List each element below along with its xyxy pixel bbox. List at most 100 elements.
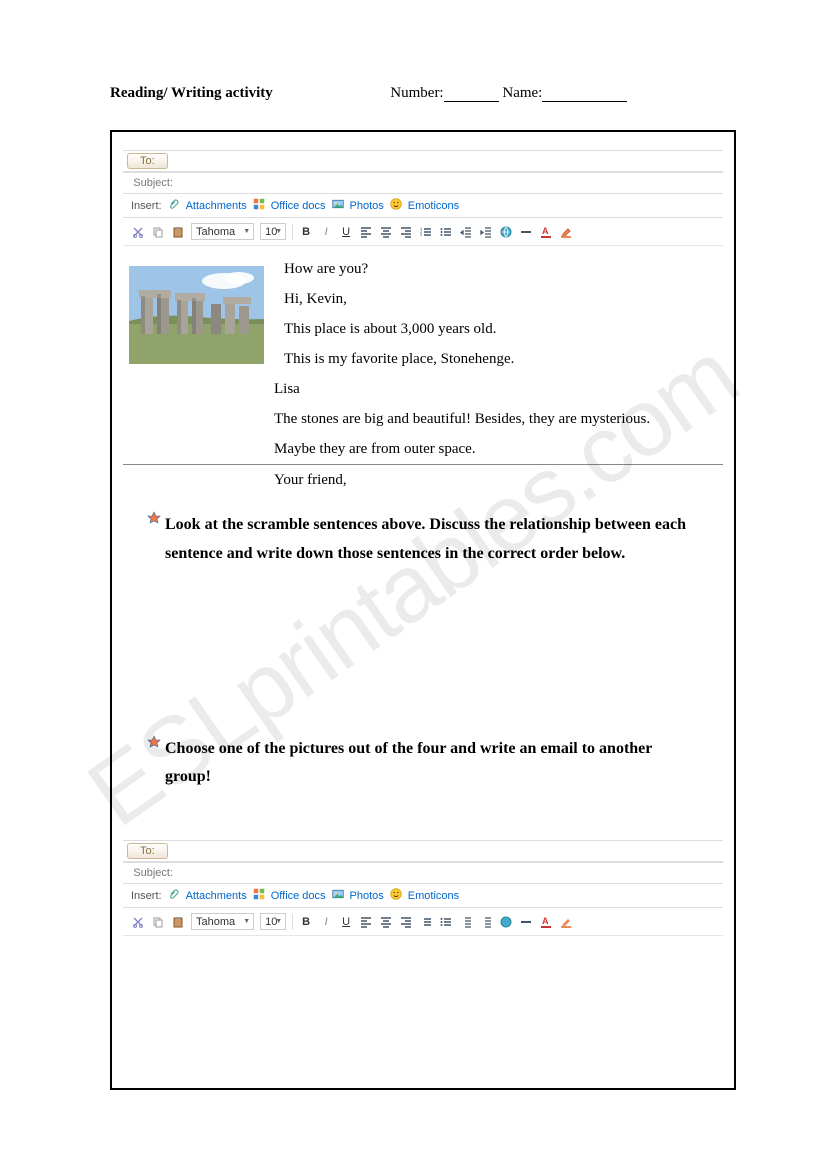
subject-label-2: Subject: bbox=[123, 867, 177, 879]
to-row-2: To: bbox=[123, 840, 723, 862]
attachments-link-2[interactable]: Attachments bbox=[186, 890, 247, 902]
task1-instruction: Look at the scramble sentences above. Di… bbox=[147, 511, 729, 569]
insert-row: Insert: Attachments Office docs Photos E… bbox=[123, 194, 723, 218]
to-row: To: bbox=[123, 150, 723, 172]
cut-icon[interactable] bbox=[131, 915, 145, 929]
hr-icon[interactable] bbox=[519, 225, 533, 239]
bullet-icon bbox=[147, 735, 165, 793]
scramble-line-8: Your friend, bbox=[274, 465, 709, 495]
bullet-list-icon[interactable] bbox=[439, 915, 453, 929]
italic-button[interactable]: I bbox=[319, 915, 333, 929]
insert-row-2: Insert: Attachments Office docs Photos E… bbox=[123, 884, 723, 908]
italic-button[interactable]: I bbox=[319, 225, 333, 239]
subject-field-2[interactable] bbox=[177, 864, 723, 882]
email-compose-bottom: To: Subject: Insert: Attachments Office … bbox=[123, 840, 723, 936]
font-color-icon[interactable]: A bbox=[539, 915, 553, 929]
scramble-line-3: This place is about 3,000 years old. bbox=[284, 314, 709, 344]
to-field-2[interactable] bbox=[172, 842, 723, 860]
office-link[interactable]: Office docs bbox=[271, 200, 326, 212]
photos-link[interactable]: Photos bbox=[350, 200, 384, 212]
answer-space-1[interactable] bbox=[117, 569, 729, 719]
email-compose-top: To: Subject: Insert: Attachments Office … bbox=[123, 150, 723, 246]
scramble-line-5: Lisa bbox=[274, 374, 709, 404]
scramble-line-2: Hi, Kevin, bbox=[284, 284, 709, 314]
name-blank[interactable] bbox=[542, 101, 627, 102]
svg-text:3: 3 bbox=[420, 232, 423, 237]
attachments-link[interactable]: Attachments bbox=[186, 200, 247, 212]
subject-row-2: Subject: bbox=[123, 862, 723, 884]
bold-button[interactable]: B bbox=[299, 915, 313, 929]
toolbar-separator bbox=[292, 914, 293, 930]
size-select-2[interactable]: 10 bbox=[260, 913, 286, 930]
paste-icon[interactable] bbox=[171, 915, 185, 929]
highlight-icon[interactable] bbox=[559, 915, 573, 929]
align-center-icon[interactable] bbox=[379, 915, 393, 929]
worksheet-frame: To: Subject: Insert: Attachments Office … bbox=[110, 130, 736, 1090]
emoticons-link-2[interactable]: Emoticons bbox=[408, 890, 459, 902]
scramble-line-7: Maybe they are from outer space. bbox=[274, 434, 709, 464]
align-center-icon[interactable] bbox=[379, 225, 393, 239]
hr-icon[interactable] bbox=[519, 915, 533, 929]
scramble-line-1: How are you? bbox=[284, 254, 709, 284]
emoticon-icon bbox=[390, 888, 402, 903]
svg-text:A: A bbox=[542, 916, 549, 926]
subject-label: Subject: bbox=[123, 177, 177, 189]
underline-button[interactable]: U bbox=[339, 915, 353, 929]
cut-icon[interactable] bbox=[131, 225, 145, 239]
copy-icon[interactable] bbox=[151, 225, 165, 239]
bold-button[interactable]: B bbox=[299, 225, 313, 239]
office-icon bbox=[253, 888, 265, 903]
font-select[interactable]: Tahoma bbox=[191, 223, 254, 240]
paste-icon[interactable] bbox=[171, 225, 185, 239]
photos-link-2[interactable]: Photos bbox=[350, 890, 384, 902]
task2-instruction: Choose one of the pictures out of the fo… bbox=[147, 735, 729, 793]
name-label: Name: bbox=[502, 85, 542, 101]
align-left-icon[interactable] bbox=[359, 915, 373, 929]
to-button[interactable]: To: bbox=[127, 153, 168, 169]
number-label: Number: bbox=[390, 85, 443, 101]
underline-button[interactable]: U bbox=[339, 225, 353, 239]
to-field[interactable] bbox=[172, 152, 723, 170]
worksheet-page: Reading/ Writing activity Number: Name: … bbox=[0, 0, 826, 1130]
number-blank[interactable] bbox=[444, 101, 499, 102]
font-select-2[interactable]: Tahoma bbox=[191, 913, 254, 930]
scramble-line-6: The stones are big and beautiful! Beside… bbox=[274, 404, 709, 434]
highlight-icon[interactable] bbox=[559, 225, 573, 239]
font-color-icon[interactable]: A bbox=[539, 225, 553, 239]
subject-row: Subject: bbox=[123, 172, 723, 194]
photos-icon bbox=[332, 198, 344, 213]
office-icon bbox=[253, 198, 265, 213]
paperclip-icon bbox=[168, 888, 180, 903]
toolbar-separator bbox=[292, 224, 293, 240]
task1-text: Look at the scramble sentences above. Di… bbox=[165, 511, 689, 569]
size-select[interactable]: 10 bbox=[260, 223, 286, 240]
indent-icon[interactable] bbox=[479, 225, 493, 239]
header-line: Reading/ Writing activity Number: Name: bbox=[110, 85, 736, 102]
align-left-icon[interactable] bbox=[359, 225, 373, 239]
align-right-icon[interactable] bbox=[399, 225, 413, 239]
emoticon-icon bbox=[390, 198, 402, 213]
subject-field[interactable] bbox=[177, 174, 723, 192]
activity-title: Reading/ Writing activity bbox=[110, 85, 273, 101]
scramble-line-4: This is my favorite place, Stonehenge. bbox=[284, 344, 709, 374]
link-icon[interactable] bbox=[499, 915, 513, 929]
outdent-icon[interactable] bbox=[459, 915, 473, 929]
copy-icon[interactable] bbox=[151, 915, 165, 929]
emoticons-link[interactable]: Emoticons bbox=[408, 200, 459, 212]
office-link-2[interactable]: Office docs bbox=[271, 890, 326, 902]
link-icon[interactable] bbox=[499, 225, 513, 239]
numbered-list-icon[interactable] bbox=[419, 915, 433, 929]
photos-icon bbox=[332, 888, 344, 903]
bullet-list-icon[interactable] bbox=[439, 225, 453, 239]
indent-icon[interactable] bbox=[479, 915, 493, 929]
insert-label-2: Insert: bbox=[131, 890, 162, 902]
numbered-list-icon[interactable]: 123 bbox=[419, 225, 433, 239]
task2-text: Choose one of the pictures out of the fo… bbox=[165, 735, 689, 793]
bullet-icon bbox=[147, 511, 165, 569]
format-toolbar-2: Tahoma 10 B I U A bbox=[123, 908, 723, 936]
format-toolbar: Tahoma 10 B I U 123 A bbox=[123, 218, 723, 246]
outdent-icon[interactable] bbox=[459, 225, 473, 239]
align-right-icon[interactable] bbox=[399, 915, 413, 929]
stonehenge-image bbox=[129, 266, 264, 364]
to-button-2[interactable]: To: bbox=[127, 843, 168, 859]
